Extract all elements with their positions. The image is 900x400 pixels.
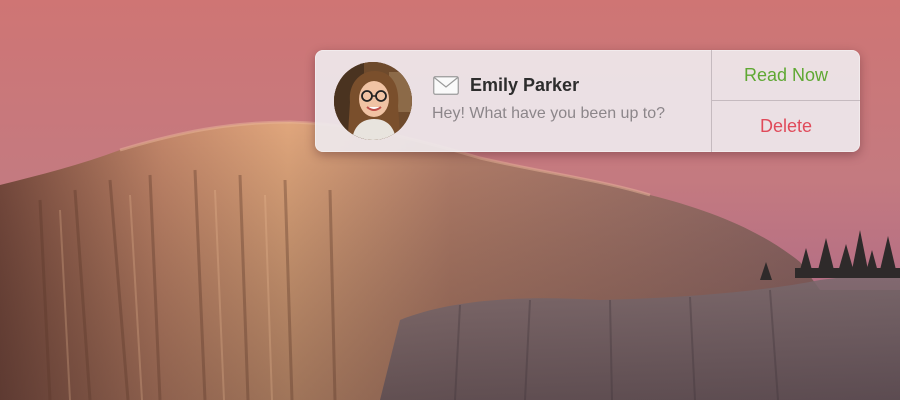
notification-actions: Read Now Delete bbox=[711, 50, 860, 152]
mail-icon bbox=[433, 76, 459, 95]
message-preview: Hey! What have you been up to? bbox=[432, 105, 666, 122]
sender-avatar bbox=[334, 62, 412, 140]
desktop: Emily Parker Hey! What have you been up … bbox=[0, 0, 900, 400]
sender-name: Emily Parker bbox=[470, 75, 580, 95]
delete-button[interactable]: Delete bbox=[712, 101, 860, 151]
mail-notification[interactable]: Emily Parker Hey! What have you been up … bbox=[315, 50, 860, 152]
read-now-button[interactable]: Read Now bbox=[712, 50, 860, 101]
